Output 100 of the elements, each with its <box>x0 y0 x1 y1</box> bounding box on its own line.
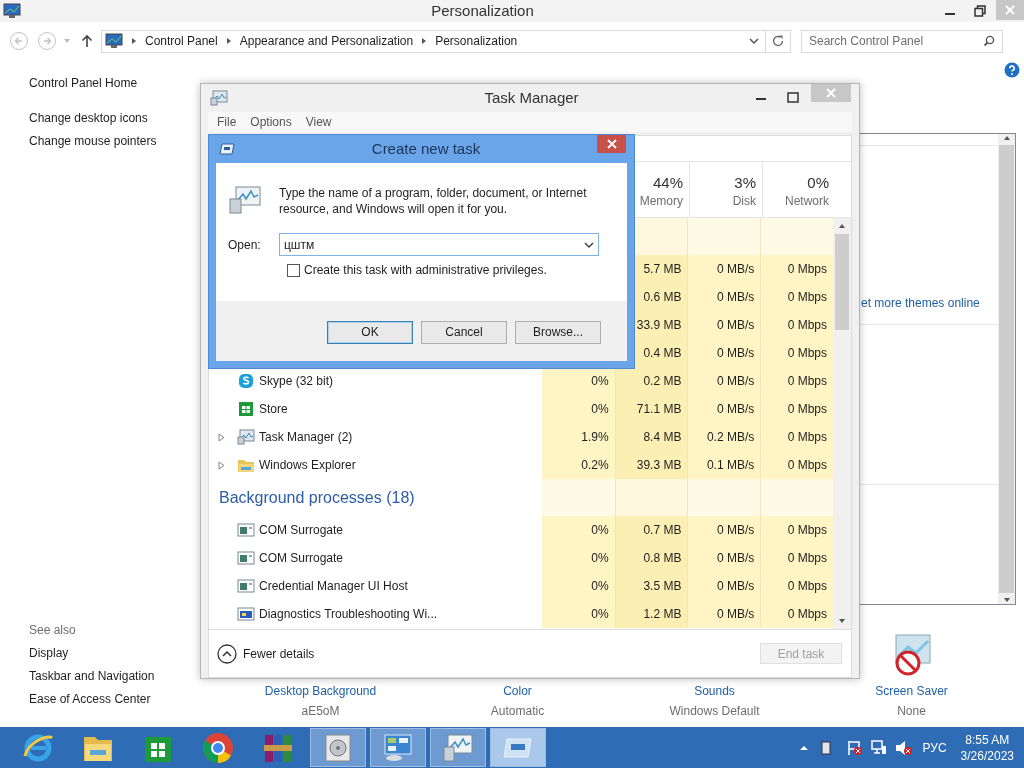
chrome-icon <box>202 731 234 764</box>
sidebar-link[interactable]: Display <box>29 642 200 665</box>
network-icon[interactable] <box>870 739 887 756</box>
setting-link[interactable]: Sounds <box>694 683 735 699</box>
table-cell: 0 MB/s <box>687 367 761 395</box>
breadcrumb-item[interactable]: Control Panel <box>145 32 218 50</box>
column-label: Disk <box>732 193 756 210</box>
language-indicator[interactable]: РУС <box>922 738 947 757</box>
scrollbar-thumb[interactable] <box>999 145 1014 593</box>
table-cell: 0% <box>541 516 615 544</box>
table-cell: 0.2% <box>541 451 615 479</box>
menu-item[interactable]: View <box>305 113 332 131</box>
scrollbar-thumb[interactable] <box>835 234 849 330</box>
up-arrow-icon[interactable] <box>81 34 93 48</box>
chevron-right-icon <box>224 37 233 45</box>
table-cell: 0 Mbps <box>760 451 833 479</box>
table-cell: 0 MB/s <box>687 255 761 283</box>
taskbar-button[interactable] <box>430 728 486 767</box>
chevron-down-icon[interactable] <box>584 240 594 249</box>
sidebar-link[interactable]: Taskbar and Navigation <box>29 665 200 688</box>
expand-arrow-icon[interactable] <box>217 432 225 442</box>
chevron-up-icon <box>1002 134 1011 142</box>
maximize-icon[interactable] <box>787 92 799 104</box>
checkbox[interactable] <box>287 263 300 277</box>
fewer-details-link[interactable]: Fewer details <box>243 644 315 663</box>
menu-item[interactable]: File <box>217 113 237 131</box>
taskbar-button[interactable] <box>310 728 366 767</box>
table-cell: 0 Mbps <box>760 339 833 367</box>
table-cell: 0.1 MB/s <box>687 451 761 479</box>
chevron-down-icon[interactable] <box>749 37 759 45</box>
search-field[interactable]: Search Control Panel <box>801 29 1003 53</box>
table-cell: 0 MB/s <box>687 311 761 339</box>
open-combo-field[interactable]: цштм <box>279 233 599 256</box>
table-cell: 0 Mbps <box>760 311 833 339</box>
taskbar-button[interactable] <box>370 728 426 767</box>
table-cell: 0.2 MB <box>614 367 688 395</box>
muted-speaker-icon[interactable] <box>894 739 913 756</box>
breadcrumb-item[interactable]: Appearance and Personalization <box>239 32 414 50</box>
table-cell: 0% <box>541 367 615 395</box>
table-cell: 1.9% <box>541 423 615 451</box>
setting-link[interactable]: Color <box>503 683 532 699</box>
help-icon[interactable] <box>1004 62 1020 78</box>
breadcrumb-item[interactable]: Personalization <box>435 32 518 50</box>
table-cell: 0% <box>541 544 615 572</box>
table-cell: 71.1 MB <box>614 395 688 423</box>
get-themes-link[interactable]: et more themes online <box>861 294 980 312</box>
process-name: Store <box>259 401 288 418</box>
clock[interactable]: 8:55 AM 3/26/2023 <box>960 731 1014 764</box>
process-name: Skype (32 bit) <box>259 373 334 390</box>
sidebar-link[interactable]: Change mouse pointers <box>29 130 200 153</box>
dialog-button[interactable]: Browse... <box>515 320 601 344</box>
sidebar-link[interactable]: Control Panel Home <box>29 72 200 95</box>
close-icon <box>826 88 836 98</box>
clock-date: 3/26/2023 <box>960 747 1014 764</box>
table-cell: 0 Mbps <box>760 572 833 600</box>
process-name: Task Manager (2) <box>259 429 353 446</box>
refresh-icon[interactable] <box>771 34 785 48</box>
table-cell: 0 MB/s <box>687 600 761 628</box>
chevron-right-icon <box>130 37 138 45</box>
monitor-icon <box>3 3 21 19</box>
restore-icon[interactable] <box>974 5 986 17</box>
setting-link[interactable]: Desktop Background <box>264 683 377 699</box>
process-name: COM Surrogate <box>259 550 344 567</box>
setting-value: aE5oM <box>301 703 340 719</box>
sidebar-link[interactable]: Ease of Access Center <box>29 688 200 711</box>
scrollbar[interactable] <box>833 218 851 629</box>
flag-icon[interactable] <box>846 739 863 756</box>
chevron-down-icon <box>1002 596 1011 604</box>
close-button[interactable] <box>597 135 626 153</box>
show-hidden-icons[interactable] <box>798 743 809 752</box>
column-header[interactable]: 0% Network <box>762 162 835 217</box>
field-value: цштм <box>284 236 316 254</box>
open-label: Open: <box>228 236 262 254</box>
dialog-button[interactable]: OK <box>327 320 413 344</box>
scrollbar[interactable] <box>998 134 1015 604</box>
table-cell: 0 MB/s <box>687 516 761 544</box>
sidebar-link[interactable]: Change desktop icons <box>29 107 200 130</box>
close-icon <box>606 139 617 149</box>
expand-arrow-icon[interactable] <box>217 460 225 470</box>
column-percent: 44% <box>652 174 683 192</box>
collapse-icon[interactable] <box>217 643 237 664</box>
device-icon[interactable] <box>820 740 831 755</box>
address-bar[interactable]: Control Panel Appearance and Personalization Personalization <box>101 29 791 53</box>
dialog-button[interactable]: Cancel <box>421 320 507 344</box>
table-cell: 0 Mbps <box>760 600 833 628</box>
column-header[interactable]: 3% Disk <box>689 162 762 217</box>
search-placeholder: Search Control Panel <box>809 33 925 50</box>
setting-value: None <box>897 703 926 719</box>
monitor-icon <box>105 33 123 49</box>
monitor-graph-icon <box>237 429 255 445</box>
window-icon <box>237 578 255 594</box>
process-name: Windows Explorer <box>259 457 356 474</box>
monitor-graph-icon <box>442 732 474 763</box>
taskbar-button[interactable] <box>490 728 546 767</box>
table-cell: 0 Mbps <box>760 423 833 451</box>
clock-time: 8:55 AM <box>965 731 1010 748</box>
table-cell: 0 MB/s <box>687 544 761 572</box>
table-cell: 0.7 MB <box>614 516 688 544</box>
menu-item[interactable]: Options <box>250 113 292 131</box>
setting-link[interactable]: Screen Saver <box>875 683 948 699</box>
